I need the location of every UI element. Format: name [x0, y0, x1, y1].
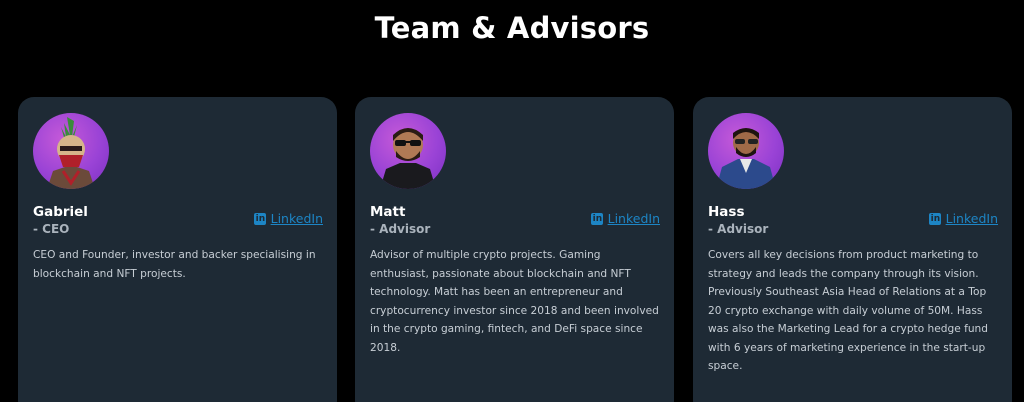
team-section: Team & Advisors Gabriel - CEO in LinkedI…: [0, 0, 1024, 402]
linkedin-link[interactable]: in LinkedIn: [928, 211, 998, 226]
linkedin-icon: in: [928, 212, 941, 225]
linkedin-label: LinkedIn: [607, 211, 660, 226]
member-bio: Advisor of multiple crypto projects. Gam…: [370, 249, 659, 354]
team-card-gabriel: Gabriel - CEO in LinkedIn CEO and Founde…: [18, 97, 337, 402]
member-bio: Covers all key decisions from product ma…: [708, 249, 988, 372]
team-card-matt: Matt - Advisor in LinkedIn Advisor of mu…: [355, 97, 674, 402]
linkedin-link[interactable]: in LinkedIn: [253, 211, 323, 226]
member-header: Matt - Advisor in LinkedIn: [370, 204, 660, 237]
linkedin-link[interactable]: in LinkedIn: [590, 211, 660, 226]
linkedin-label: LinkedIn: [270, 211, 323, 226]
linkedin-label: LinkedIn: [945, 211, 998, 226]
section-title: Team & Advisors: [374, 11, 650, 45]
linkedin-icon: in: [590, 212, 603, 225]
member-header: Hass - Advisor in LinkedIn: [708, 204, 998, 237]
member-bio: CEO and Founder, investor and backer spe…: [33, 249, 316, 280]
person-sunglasses-avatar-icon: [370, 113, 446, 189]
person-suit-avatar-icon: [708, 113, 784, 189]
team-card-hass: Hass - Advisor in LinkedIn Covers all ke…: [693, 97, 1012, 402]
punk-mohawk-avatar-icon: [33, 113, 109, 189]
member-header: Gabriel - CEO in LinkedIn: [33, 204, 323, 237]
linkedin-icon: in: [253, 212, 266, 225]
